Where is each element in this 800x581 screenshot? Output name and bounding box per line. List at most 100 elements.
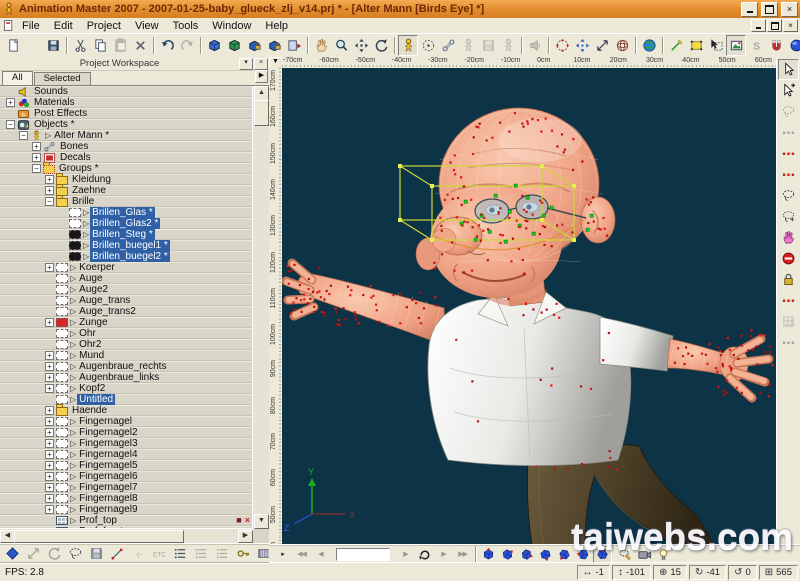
expander-icon[interactable]: − (19, 131, 28, 140)
select-button[interactable] (778, 59, 799, 80)
action-mode-button[interactable] (458, 35, 478, 56)
tree-item-auge2[interactable]: ▷Auge2 (0, 284, 253, 295)
view-front-button[interactable] (517, 546, 536, 563)
tree-item-auge-trans2[interactable]: ▷Auge_trans2 (0, 306, 253, 317)
rotate-manipulator-button[interactable] (612, 35, 632, 56)
tree-item-label[interactable]: Decals (58, 152, 93, 163)
add-line-button[interactable] (107, 544, 128, 562)
view-birds-eye-button[interactable] (593, 546, 612, 563)
view-right-button[interactable] (479, 546, 498, 563)
tree-item-augenbraue-rechts[interactable]: +▷Augenbraue_rechts (0, 361, 253, 372)
frame-input[interactable] (336, 548, 390, 561)
tree-item-label[interactable]: Ohr (77, 328, 98, 339)
library-actions-button[interactable] (244, 35, 264, 56)
tree-item-label[interactable]: Fingernagel8 (77, 493, 139, 504)
bones-mode-button[interactable] (418, 35, 438, 56)
tree-item-label[interactable]: Sounds (32, 86, 70, 97)
tree-item-materials[interactable]: +Materials (0, 97, 253, 108)
expander-icon[interactable]: + (45, 505, 54, 514)
menu-view[interactable]: View (128, 20, 166, 32)
open-project-button[interactable] (23, 35, 43, 56)
expander-icon[interactable]: + (45, 450, 54, 459)
sound-playback-button[interactable] (525, 35, 545, 56)
mdi-close-button[interactable]: × (783, 19, 798, 32)
expander-icon[interactable]: + (45, 351, 54, 360)
redo-button[interactable] (177, 35, 197, 56)
expander-icon[interactable]: + (45, 362, 54, 371)
tree-item-label[interactable]: Auge_trans (77, 295, 132, 306)
hide-points-button[interactable] (778, 290, 799, 311)
tree-item-fingernagel8[interactable]: +▷Fingernagel8 (0, 493, 253, 504)
group-button[interactable] (65, 544, 86, 562)
tree-item-prof-top[interactable]: ▷Prof_top■× (0, 515, 253, 526)
expander-icon[interactable]: + (45, 384, 54, 393)
new-project-button[interactable] (3, 35, 23, 56)
tree-item-label[interactable]: Kleidung (70, 174, 113, 185)
tree-item-label[interactable]: Post Effects (32, 108, 89, 119)
polygon-lasso-button[interactable] (778, 206, 799, 227)
tree-item-alter-mann[interactable]: −▷Alter Mann * (0, 130, 253, 141)
hierarchy-3-button[interactable] (212, 544, 233, 562)
expander-icon[interactable]: + (45, 461, 54, 470)
mdi-minimize-button[interactable] (751, 19, 766, 32)
etc-button[interactable]: ETC (149, 544, 170, 562)
hierarchy-1-button[interactable] (170, 544, 191, 562)
expander-icon[interactable]: + (45, 318, 54, 327)
tree-item-label[interactable]: Fingernagel2 (77, 427, 139, 438)
snap-magnet-button[interactable] (766, 35, 786, 56)
tree-item-label[interactable]: Fingernagel9 (77, 504, 139, 515)
rotate-button[interactable] (44, 544, 65, 562)
point-set-a-button[interactable] (778, 122, 799, 143)
tab-scroll-button[interactable]: ▶ (255, 70, 268, 83)
tree-item-zaehne[interactable]: +Zaehne (0, 185, 253, 196)
tree-item-fingernagel9[interactable]: +▷Fingernagel9 (0, 504, 253, 515)
tree-item-label[interactable]: Augenbraue_rechts (77, 361, 168, 372)
translate-manipulator-button[interactable] (572, 35, 592, 56)
tree-item-label[interactable]: Brillen_buegel1 * (90, 240, 170, 251)
light-view-button[interactable] (654, 546, 673, 563)
tree-item-label[interactable]: Haende (70, 405, 109, 416)
grid-mode-button[interactable] (778, 311, 799, 332)
tree-item-brillen-glas2[interactable]: ▷Brillen_Glas2 * (0, 218, 253, 229)
tree-item-zunge[interactable]: +▷Zunge (0, 317, 253, 328)
expander-icon[interactable]: + (32, 142, 41, 151)
expander-icon[interactable]: − (45, 197, 54, 206)
hierarchy-2-button[interactable] (191, 544, 212, 562)
mute-button[interactable] (778, 248, 799, 269)
expander-icon[interactable]: + (32, 153, 41, 162)
paste-button[interactable] (110, 35, 130, 56)
tree-item-augenbraue-links[interactable]: +▷Augenbraue_links (0, 372, 253, 383)
menu-edit[interactable]: Edit (47, 20, 80, 32)
tree-item-sounds[interactable]: Sounds (0, 86, 253, 97)
tree-item-label[interactable]: Materials (32, 97, 77, 108)
standard-manipulator-button[interactable] (552, 35, 572, 56)
play-button[interactable]: ▶ (434, 546, 453, 563)
expander-icon[interactable]: + (45, 472, 54, 481)
view-bottom-button[interactable] (574, 546, 593, 563)
tree-item-label[interactable]: Brillen_Glas * (90, 207, 155, 218)
add-primitive-button[interactable] (686, 35, 706, 56)
tree-horizontal-scrollbar[interactable]: ◀ ▶ (0, 528, 253, 543)
lock-points-button[interactable] (778, 269, 799, 290)
expander-icon[interactable]: + (45, 494, 54, 503)
tree-item-ohr[interactable]: ▷Ohr (0, 328, 253, 339)
zoom-view-button[interactable] (331, 35, 351, 56)
expander-icon[interactable]: − (32, 164, 41, 173)
extra-points-button[interactable] (778, 332, 799, 353)
tree-item-fingernagel4[interactable]: +▷Fingernagel4 (0, 449, 253, 460)
move-view-button[interactable] (311, 35, 331, 56)
delete-button[interactable] (130, 35, 150, 56)
tree-item-label[interactable]: Brille (70, 196, 96, 207)
loop-button[interactable] (415, 546, 434, 563)
tree-item-label[interactable]: Brillen_buegel2 * (90, 251, 170, 262)
scale-button[interactable] (23, 544, 44, 562)
tree-item-kleidung[interactable]: +Kleidung (0, 174, 253, 185)
tree-item-label[interactable]: Zaehne (70, 185, 108, 196)
menu-window[interactable]: Window (205, 20, 258, 32)
tree-item-auge-trans[interactable]: ▷Auge_trans (0, 295, 253, 306)
muscle-mode-button[interactable] (438, 35, 458, 56)
tree-item-label[interactable]: Kopf2 (77, 383, 107, 394)
tree-item-label[interactable]: Untitled (77, 394, 115, 405)
tree-item-ohr2[interactable]: ▷Ohr2 (0, 339, 253, 350)
expander-icon[interactable]: + (45, 428, 54, 437)
